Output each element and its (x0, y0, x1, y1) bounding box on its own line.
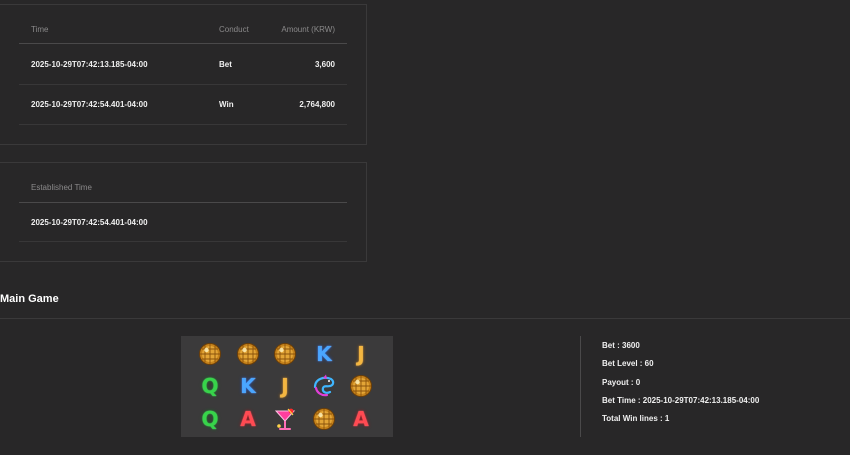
row-divider (19, 84, 347, 85)
row-time: 2025-10-29T07:42:54.401-04:00 (31, 100, 148, 109)
cocktail-icon (272, 406, 298, 432)
header-divider (19, 202, 347, 203)
payout: Payout : 0 (602, 378, 641, 387)
letter-k-icon: K (316, 342, 332, 366)
bet-time: Bet Time : 2025-10-29T07:42:13.185-04:00 (602, 396, 760, 405)
bet-level: Bet Level : 60 (602, 359, 654, 368)
column-header-time: Time (31, 25, 49, 34)
transactions-card: Time Conduct Amount (KRW) 2025-10-29T07:… (0, 4, 367, 145)
row-amount: 2,764,800 (299, 100, 335, 109)
slot-reels: KJQKJQAA (181, 336, 393, 437)
letter-q-icon: Q (201, 407, 219, 431)
letter-j-icon: J (357, 342, 365, 366)
letter-j-icon: J (281, 374, 289, 398)
row-divider (19, 241, 347, 242)
disco-ball-icon (311, 406, 337, 432)
row-time: 2025-10-29T07:42:13.185-04:00 (31, 60, 148, 69)
info-divider (580, 336, 581, 437)
disco-ball-icon (197, 341, 223, 367)
row-divider (19, 124, 347, 125)
row-amount: 3,600 (314, 60, 335, 69)
header-divider (19, 43, 347, 44)
bet-amount: Bet : 3600 (602, 341, 640, 350)
column-header-established-time: Established Time (31, 183, 92, 192)
established-time-card: Established Time 2025-10-29T07:42:54.401… (0, 162, 367, 262)
letter-k-icon: K (240, 374, 256, 398)
total-win-lines: Total Win lines : 1 (602, 414, 670, 423)
disco-ball-icon (348, 373, 374, 399)
established-time-value: 2025-10-29T07:42:54.401-04:00 (31, 218, 148, 227)
letter-q-icon: Q (201, 374, 219, 398)
letter-a-icon: A (353, 407, 369, 431)
section-divider (0, 318, 850, 319)
row-conduct: Win (219, 100, 234, 109)
disco-ball-icon (272, 341, 298, 367)
letter-a-icon: A (240, 407, 256, 431)
section-title-main-game: Main Game (0, 293, 59, 305)
dolphin-icon (311, 373, 337, 399)
row-conduct: Bet (219, 60, 232, 69)
disco-ball-icon (235, 341, 261, 367)
column-header-amount: Amount (KRW) (281, 25, 335, 34)
column-header-conduct: Conduct (219, 25, 249, 34)
